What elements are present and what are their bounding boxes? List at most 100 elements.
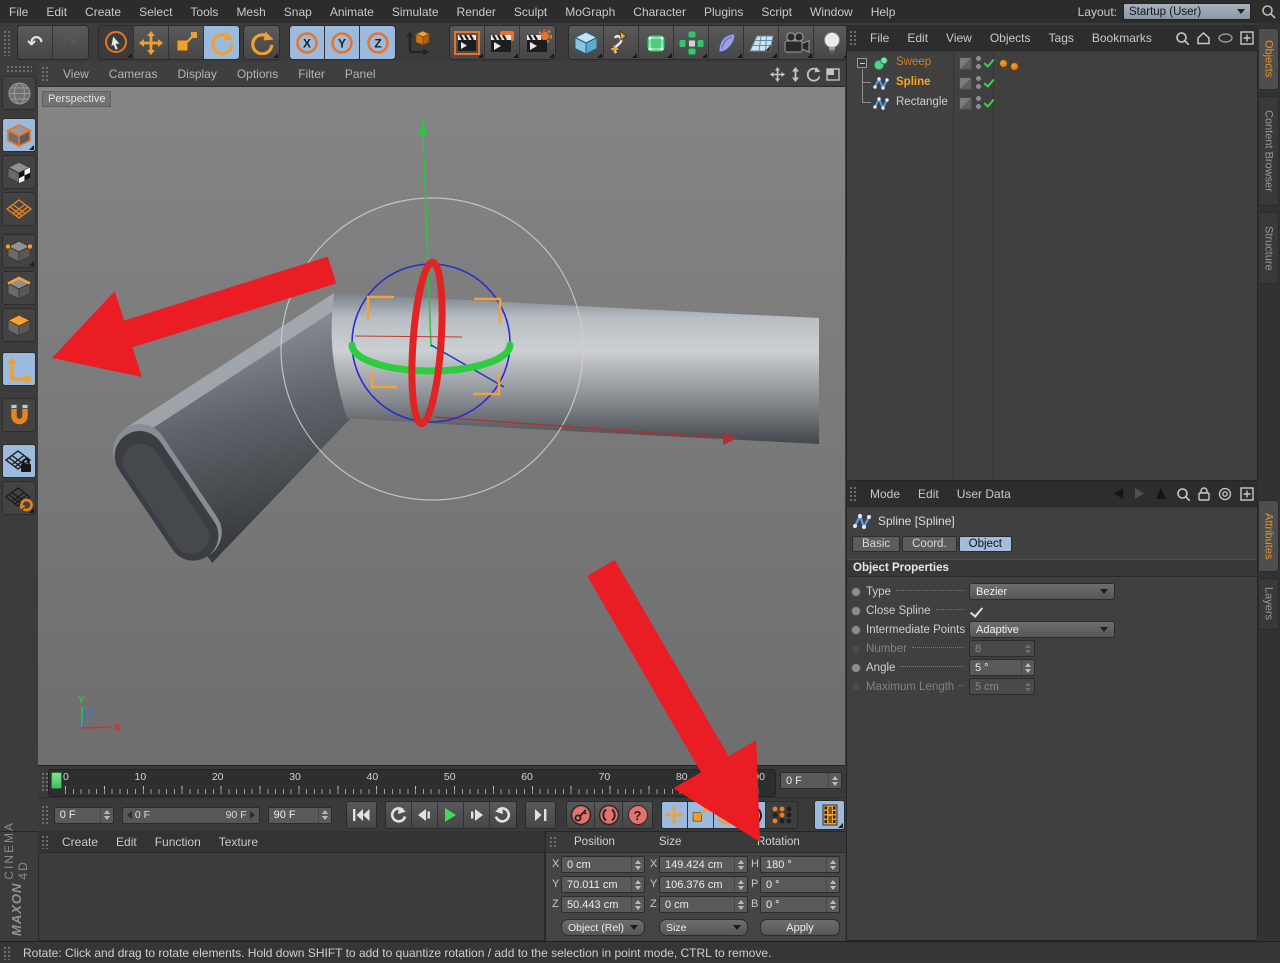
layer-toggle[interactable]: [959, 97, 972, 110]
history-forward-icon[interactable]: [1133, 487, 1146, 500]
coord-mode-dropdown[interactable]: Object (Rel): [561, 919, 645, 936]
menu-mesh[interactable]: Mesh: [227, 5, 274, 19]
render-view-button[interactable]: [450, 26, 485, 59]
add-cube-button[interactable]: [569, 26, 604, 59]
stepper-icon[interactable]: [734, 897, 747, 912]
am-menu-userdata[interactable]: User Data: [948, 487, 1020, 501]
menu-edit[interactable]: Edit: [37, 5, 76, 19]
make-editable-button[interactable]: [2, 76, 36, 110]
viewport-zoom-icon[interactable]: [790, 66, 801, 82]
tab-content-browser[interactable]: Content Browser: [1258, 96, 1279, 206]
stepper-icon[interactable]: [631, 897, 644, 912]
enable-snap-button[interactable]: [2, 398, 36, 432]
apply-button[interactable]: Apply: [760, 919, 840, 936]
model-mode-button[interactable]: [2, 118, 36, 152]
add-cloner-button[interactable]: [674, 26, 709, 59]
menu-script[interactable]: Script: [752, 5, 801, 19]
om-menu-bookmarks[interactable]: Bookmarks: [1083, 31, 1161, 45]
add-deformer-button[interactable]: [709, 26, 744, 59]
enabled-check-icon[interactable]: [983, 56, 995, 68]
mm-menu-create[interactable]: Create: [53, 835, 107, 849]
visibility-dots[interactable]: [976, 96, 981, 109]
menu-snap[interactable]: Snap: [275, 5, 321, 19]
am-add-icon[interactable]: [1240, 486, 1254, 501]
viewport-rotate-icon[interactable]: [806, 66, 821, 82]
autokey-button[interactable]: [595, 802, 624, 828]
om-menu-file[interactable]: File: [861, 31, 898, 45]
section-header-object-properties[interactable]: Object Properties: [847, 559, 1257, 577]
playhead[interactable]: [51, 772, 62, 789]
goto-end-button[interactable]: [526, 802, 556, 828]
add-light-button[interactable]: [814, 26, 849, 59]
previous-key-button[interactable]: [385, 802, 412, 828]
om-menu-edit[interactable]: Edit: [898, 31, 937, 45]
start-frame-field[interactable]: 0 F: [53, 806, 114, 824]
timeline-ruler[interactable]: 0 10 20 30 40 50 60 70 80 90: [48, 769, 776, 797]
stepper-icon[interactable]: [631, 877, 644, 892]
menu-animate[interactable]: Animate: [321, 5, 383, 19]
object-name-rectangle[interactable]: Rectangle: [896, 96, 948, 108]
viewport-menu-display[interactable]: Display: [167, 67, 226, 81]
keying-help-button[interactable]: ?: [623, 802, 652, 828]
stepper-icon[interactable]: [734, 857, 747, 872]
redo-button[interactable]: ↷: [53, 26, 88, 59]
locked-workplane-button[interactable]: [2, 444, 36, 478]
texture-mode-button[interactable]: [2, 155, 36, 189]
end-frame-field[interactable]: 90 F: [267, 806, 332, 824]
rot-b-field[interactable]: 0 °: [760, 896, 840, 913]
add-camera-button[interactable]: [779, 26, 814, 59]
tab-attributes[interactable]: Attributes: [1258, 500, 1279, 572]
om-eye-icon[interactable]: [1218, 32, 1233, 43]
size-y-field[interactable]: 106.376 cm: [659, 876, 748, 893]
pos-x-field[interactable]: 0 cm: [561, 856, 645, 873]
stepper-icon[interactable]: [826, 857, 839, 872]
tab-coord[interactable]: Coord.: [902, 536, 957, 552]
add-spline-button[interactable]: [604, 26, 639, 59]
anim-dot-icon[interactable]: [851, 605, 861, 616]
anim-dot-icon[interactable]: [851, 662, 861, 673]
tab-objects[interactable]: Objects: [1258, 28, 1279, 90]
enabled-check-icon[interactable]: [983, 76, 995, 88]
key-rotation-button[interactable]: [713, 802, 740, 828]
menu-file[interactable]: File: [0, 5, 37, 19]
lock-x-axis-button[interactable]: X: [290, 26, 325, 59]
enabled-check-icon[interactable]: [983, 96, 995, 108]
edges-mode-button[interactable]: [2, 271, 36, 305]
key-position-button[interactable]: [661, 802, 688, 828]
lock-icon[interactable]: [1198, 486, 1210, 501]
mm-menu-texture[interactable]: Texture: [210, 835, 267, 849]
workplane-mode-button[interactable]: [2, 192, 36, 226]
range-left-arrow-icon[interactable]: [126, 811, 132, 819]
tab-basic[interactable]: Basic: [852, 536, 901, 552]
search-icon[interactable]: [1261, 4, 1276, 19]
object-name-sweep[interactable]: Sweep: [896, 56, 931, 68]
status-grip[interactable]: [3, 946, 12, 960]
stepper-icon[interactable]: [826, 897, 839, 912]
viewport-pan-icon[interactable]: [770, 66, 785, 82]
key-parameter-button[interactable]: P: [739, 802, 767, 828]
menu-create[interactable]: Create: [76, 5, 130, 19]
rotate-tool-button[interactable]: [204, 26, 239, 59]
size-z-field[interactable]: 0 cm: [659, 896, 748, 913]
object-row-rectangle[interactable]: Rectangle: [847, 93, 1257, 113]
layer-toggle[interactable]: [959, 77, 972, 90]
viewport-camera-label[interactable]: Perspective: [42, 91, 112, 107]
undo-button[interactable]: ↶: [18, 26, 53, 59]
previous-frame-button[interactable]: [411, 802, 438, 828]
next-key-button[interactable]: [490, 802, 517, 828]
menu-sculpt[interactable]: Sculpt: [505, 5, 556, 19]
viewport-menu-panel[interactable]: Panel: [335, 67, 386, 81]
am-grip[interactable]: [849, 485, 858, 502]
viewport-canvas[interactable]: Perspective Y Z X: [38, 86, 845, 766]
viewport-menu-options[interactable]: Options: [227, 67, 288, 81]
lock-y-axis-button[interactable]: Y: [325, 26, 360, 59]
object-row-sweep[interactable]: Sweep: [847, 53, 1257, 73]
om-search-icon[interactable]: [1175, 31, 1189, 45]
menu-help[interactable]: Help: [862, 5, 905, 19]
am-search-icon[interactable]: [1176, 487, 1190, 501]
stepper-icon[interactable]: [826, 877, 839, 892]
polygons-mode-button[interactable]: [2, 308, 36, 342]
coord-size-dropdown[interactable]: Size: [659, 919, 748, 936]
visibility-dots[interactable]: [976, 56, 981, 69]
size-x-field[interactable]: 149.424 cm: [659, 856, 748, 873]
